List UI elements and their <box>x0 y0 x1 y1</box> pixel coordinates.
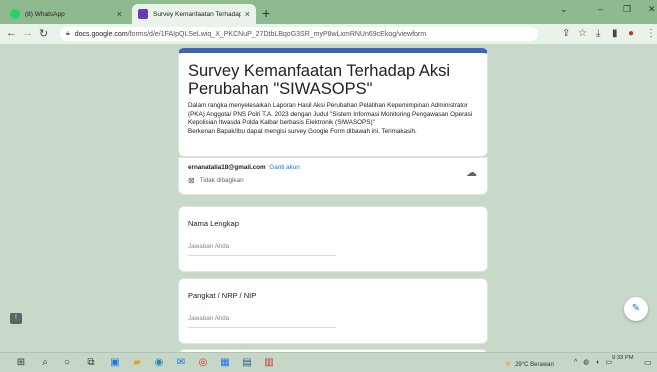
sidepanel-icon[interactable]: ▮ <box>612 28 618 39</box>
tab-title: Survey Kemanfaatan Terhadap A <box>153 10 241 18</box>
tab-survey[interactable]: Survey Kemanfaatan Terhadap A × <box>132 4 256 24</box>
edge-icon[interactable]: ◉ <box>152 356 166 370</box>
form-header-card: Survey Kemanfaatan Terhadap Aksi Perubah… <box>178 48 488 157</box>
answer-input[interactable]: Jawaban Anda <box>188 243 336 256</box>
file-explorer-icon[interactable]: ▰ <box>130 356 144 370</box>
new-tab-icon[interactable]: + <box>262 5 270 21</box>
search-icon[interactable]: ⌕ <box>38 356 52 370</box>
report-icon[interactable]: ! <box>10 313 22 324</box>
close-icon[interactable]: × <box>245 9 250 19</box>
os-taskbar: ⊞ ⌕ ○ ⧉ ▣ ▰ ◉ ✉ ◎ ▦ ▤ ▥ ☀ 29°C Berawan ^… <box>0 352 657 372</box>
reload-icon[interactable]: ↻ <box>39 27 48 40</box>
address-bar[interactable]: 🔒︎ docs.google.com/forms/d/e/1FAIpQLSeLw… <box>60 27 538 41</box>
clock-time: 9:33 PM <box>612 355 634 361</box>
app-store-icon[interactable]: ▣ <box>108 356 122 370</box>
cortana-icon[interactable]: ○ <box>60 356 74 370</box>
calendar-icon[interactable]: ▦ <box>218 356 232 370</box>
clock[interactable]: 9:33 PM <box>612 355 634 362</box>
form-description-note: Berkenan Bapak/Ibu dapat mengisi survey … <box>188 127 417 135</box>
minimize-icon[interactable]: – <box>598 4 603 14</box>
weather-widget[interactable]: ☀ 29°C Berawan <box>504 359 554 370</box>
url-host: docs.google.com <box>74 30 128 38</box>
question-label: Nama Lengkap <box>188 219 239 228</box>
share-icon[interactable]: ⇪ <box>562 28 570 39</box>
forward-icon[interactable]: → <box>22 27 33 39</box>
close-window-icon[interactable]: ✕ <box>648 4 656 15</box>
question-card: Pangkat / NRP / NIP Jawaban Anda <box>178 278 488 344</box>
lock-icon: 🔒︎ <box>66 30 70 37</box>
weather-sun-icon: ☀ <box>504 359 513 369</box>
chrome-icon[interactable]: ◎ <box>196 356 210 370</box>
system-tray-icons[interactable]: ^ ◍ ◖ ▭ <box>574 358 614 366</box>
account-email: ernanatalia18@gmail.com <box>188 164 266 171</box>
cloud-save-icon: ☁ <box>466 167 477 179</box>
google-forms-icon <box>138 9 148 19</box>
maximize-icon[interactable]: ❐ <box>623 4 631 15</box>
tab-strip: (8) WhatsApp × Survey Kemanfaatan Terhad… <box>0 0 657 24</box>
whatsapp-icon <box>10 9 20 19</box>
task-view-icon[interactable]: ⧉ <box>84 356 98 370</box>
mail-icon[interactable]: ✉ <box>174 356 188 370</box>
question-label: Pangkat / NRP / NIP <box>188 291 257 300</box>
account-card: ernanatalia18@gmail.com Ganti akun ⊠ Tid… <box>178 157 488 195</box>
edit-pencil-icon[interactable]: ✎ <box>624 297 648 321</box>
back-icon[interactable]: ← <box>6 27 17 39</box>
bookmark-star-icon[interactable]: ☆ <box>578 28 587 39</box>
windows-start-icon[interactable]: ⊞ <box>14 356 28 370</box>
not-shared-text: Tidak dibagikan <box>199 177 244 184</box>
word-icon[interactable]: ▤ <box>240 356 254 370</box>
close-icon[interactable]: × <box>117 9 122 19</box>
form-title: Survey Kemanfaatan Terhadap Aksi Perubah… <box>188 62 451 98</box>
tab-search-icon[interactable]: ⌄ <box>560 4 568 15</box>
account-line: ernanatalia18@gmail.com Ganti akun <box>188 164 300 171</box>
profile-avatar-icon[interactable]: ● <box>628 28 634 39</box>
menu-icon[interactable]: ⋮ <box>646 28 656 39</box>
weather-text: 29°C Berawan <box>515 361 554 368</box>
notification-icon[interactable]: ▭ <box>644 358 652 367</box>
switch-account-link[interactable]: Ganti akun <box>269 164 299 171</box>
url-path: /forms/d/e/1FAIpQLSeLwiq_X_PKCNuP_27DtbL… <box>127 30 427 38</box>
tab-title: (8) WhatsApp <box>25 10 65 18</box>
question-card: Nama Lengkap Jawaban Anda <box>178 206 488 272</box>
not-shared-icon: ⊠ <box>188 176 195 185</box>
form-description: Dalam rangka menyelesaikan Laporan Hasil… <box>188 102 473 127</box>
tab-whatsapp[interactable]: (8) WhatsApp × <box>4 4 128 24</box>
download-icon[interactable]: ⤓ <box>596 28 600 39</box>
form-page: Survey Kemanfaatan Terhadap Aksi Perubah… <box>0 44 657 352</box>
pdf-icon[interactable]: ▥ <box>262 356 276 370</box>
browser-toolbar: ← → ↻ 🔒︎ docs.google.com/forms/d/e/1FAIp… <box>0 24 657 44</box>
answer-input[interactable]: Jawaban Anda <box>188 315 336 328</box>
not-shared-label: ⊠ Tidak dibagikan <box>188 176 244 185</box>
